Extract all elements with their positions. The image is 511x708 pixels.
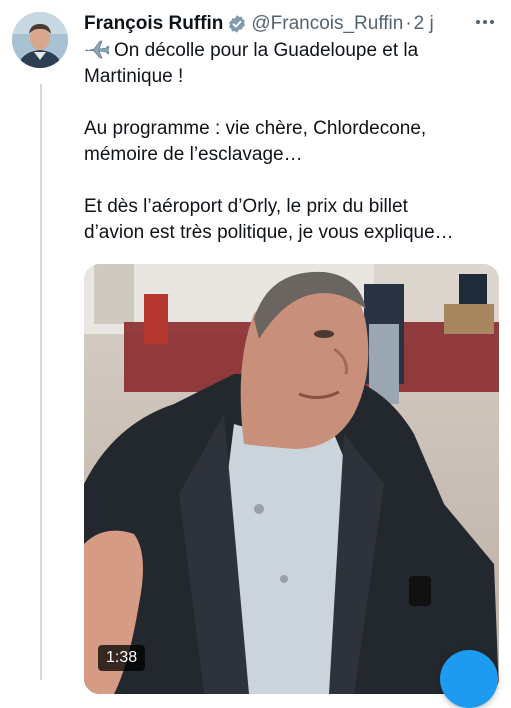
tweet-line-1: On décolle pour la Guadeloupe et la [84, 38, 504, 64]
tweet-header: François Ruffin @Francois_Ruffin · 2 j [84, 12, 491, 36]
thread-line [40, 84, 42, 680]
avatar[interactable] [12, 12, 68, 68]
video-duration: 1:38 [98, 645, 146, 671]
video-thumbnail[interactable] [84, 264, 499, 694]
tweet-line-5: mémoire de l’esclavage… [84, 144, 303, 165]
verified-badge-icon [227, 14, 247, 34]
airplane-emoji-icon [84, 39, 110, 59]
author-name[interactable]: François Ruffin [84, 13, 223, 35]
tweet-line-1-text: On décolle pour la Guadeloupe et la [114, 40, 419, 61]
tweet-line-4: Au programme : vie chère, Chlordecone, [84, 118, 427, 139]
more-dots-icon[interactable] [473, 12, 497, 32]
avatar-photo [12, 12, 68, 68]
tweet-line-7: Et dès l’aéroport d’Orly, le prix du bil… [84, 196, 408, 217]
timestamp[interactable]: 2 j [414, 13, 434, 35]
video-frame [84, 264, 499, 694]
tweet-line-8: d’avion est très politique, je vous expl… [84, 222, 454, 243]
separator-dot: · [405, 13, 412, 34]
tweet-line-2: Martinique ! [84, 66, 184, 87]
tweet-text: On décolle pour la Guadeloupe et la Mart… [84, 38, 504, 246]
compose-fab[interactable] [440, 650, 498, 708]
author-handle[interactable]: @Francois_Ruffin [251, 13, 403, 35]
